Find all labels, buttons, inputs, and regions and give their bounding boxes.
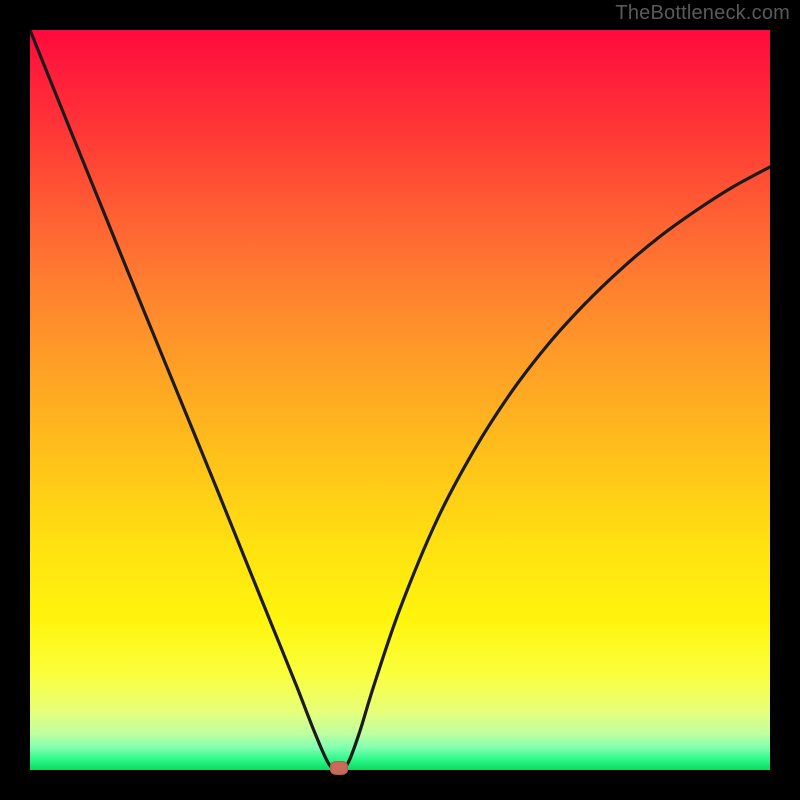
chart-frame: TheBottleneck.com (0, 0, 800, 800)
optimal-balance-marker (330, 761, 348, 775)
curve-line (30, 30, 770, 770)
plot-area (30, 30, 770, 770)
bottleneck-curve (30, 30, 770, 770)
watermark-text: TheBottleneck.com (615, 2, 790, 25)
